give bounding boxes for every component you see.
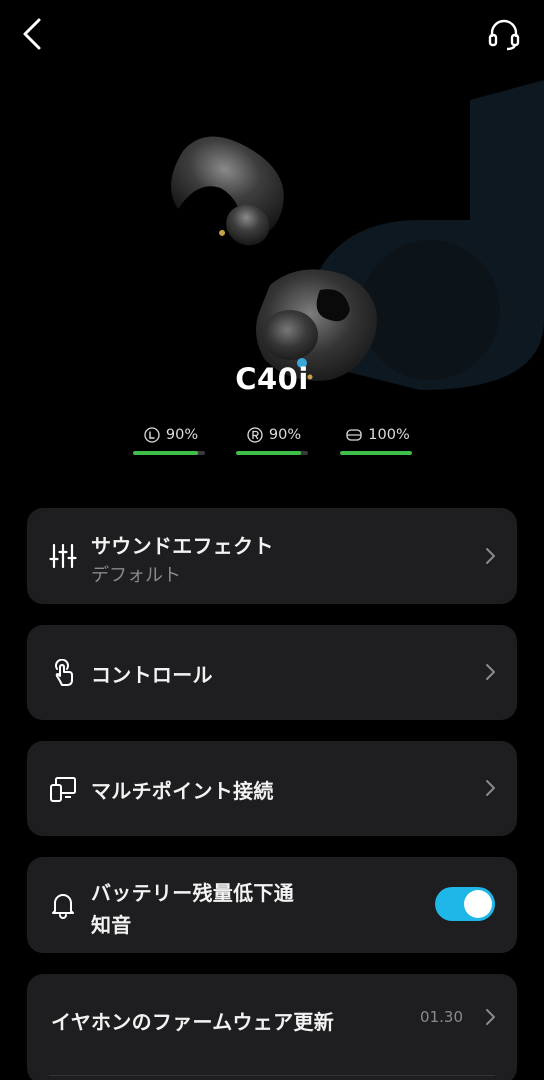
right-earbud-icon — [247, 427, 263, 443]
control-item[interactable]: コントロール — [27, 625, 517, 720]
low-battery-title-line1: バッテリー残量低下通 — [91, 881, 294, 905]
low-battery-title-line2: 知音 — [91, 913, 132, 937]
chevron-right-icon — [486, 664, 495, 680]
earbuds-image — [170, 136, 377, 381]
low-battery-alert-item: バッテリー残量低下通 知音 — [27, 857, 517, 953]
battery-left: 90% — [133, 424, 209, 460]
firmware-title: イヤホンのファームウェア更新 — [51, 1010, 334, 1034]
battery-left-fill — [133, 451, 198, 455]
back-button[interactable] — [14, 14, 50, 54]
chevron-left-icon — [23, 18, 41, 50]
multi-device-icon — [50, 777, 76, 802]
chevron-right-icon — [486, 780, 495, 796]
battery-left-value: 90% — [165, 427, 199, 443]
battery-status: 90% 90% 100% — [0, 424, 544, 460]
divider — [49, 1075, 495, 1076]
multipoint-item[interactable]: マルチポイント接続 — [27, 741, 517, 836]
device-name: C40i — [235, 362, 309, 396]
left-earbud-icon — [144, 427, 160, 443]
multipoint-title: マルチポイント接続 — [91, 779, 274, 803]
product-hero — [0, 60, 544, 390]
charging-case-icon — [346, 429, 362, 441]
battery-case-bar — [340, 451, 412, 455]
firmware-update-item[interactable]: イヤホンのファームウェア更新 01.30 — [27, 974, 517, 1080]
sound-effect-item[interactable]: サウンドエフェクト デフォルト — [27, 508, 517, 604]
headset-icon — [488, 19, 520, 51]
battery-case-fill — [340, 451, 412, 455]
battery-right-fill — [236, 451, 301, 455]
bell-icon — [52, 894, 74, 919]
sound-effect-subtitle: デフォルト — [91, 565, 181, 586]
battery-case-value: 100% — [368, 427, 410, 443]
battery-right-bar — [236, 451, 308, 455]
equalizer-icon — [49, 543, 77, 569]
battery-left-bar — [133, 451, 205, 455]
chevron-right-icon — [486, 1009, 495, 1025]
touch-gesture-icon — [55, 659, 73, 686]
low-battery-toggle[interactable] — [435, 887, 495, 921]
support-button[interactable] — [484, 14, 524, 54]
firmware-version: 01.30 — [420, 1008, 463, 1026]
control-title: コントロール — [91, 663, 213, 687]
battery-right-value: 90% — [268, 427, 302, 443]
chevron-right-icon — [486, 548, 495, 564]
battery-right: 90% — [236, 424, 312, 460]
toggle-knob — [464, 890, 492, 918]
battery-case: 100% — [340, 424, 416, 460]
sound-effect-title: サウンドエフェクト — [91, 534, 274, 558]
